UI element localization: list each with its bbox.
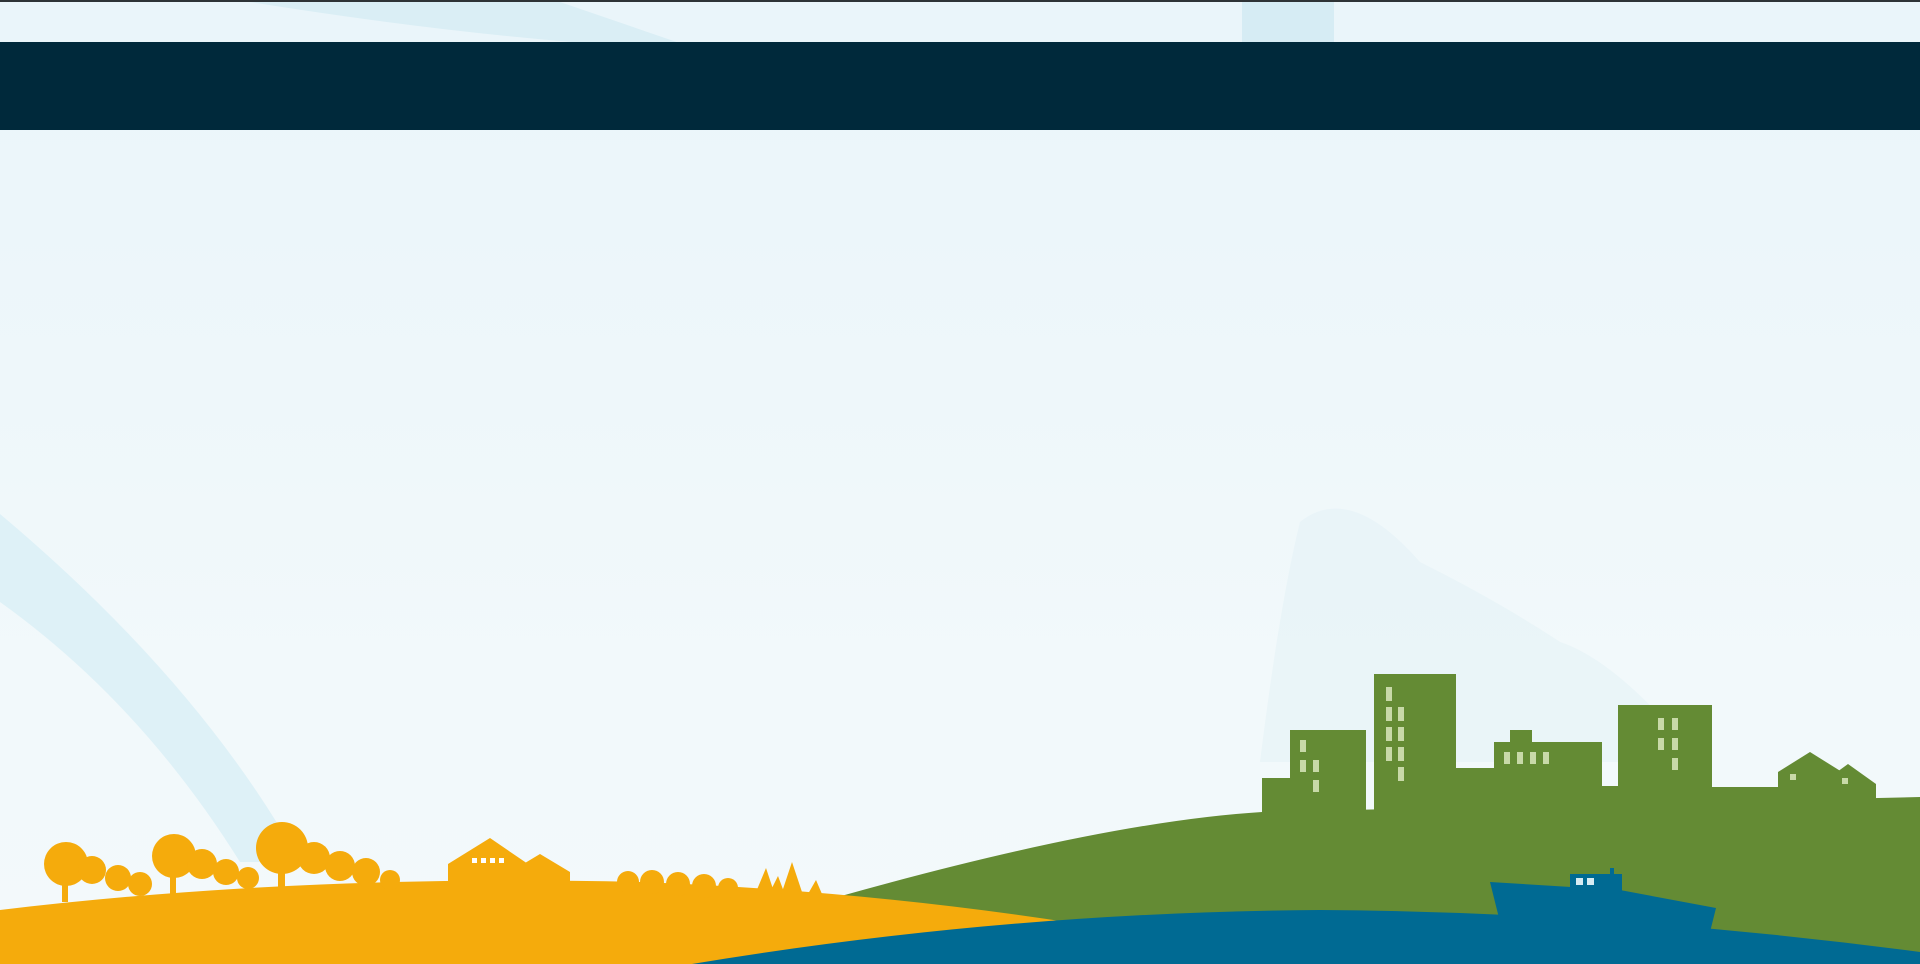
header-bar — [0, 42, 1920, 130]
decorative-pillar — [1242, 2, 1334, 46]
app-window — [0, 0, 1920, 964]
content-area — [580, 130, 1280, 525]
farmhouse-icon — [448, 838, 570, 886]
decorative-arc-left — [0, 514, 300, 862]
pine-trees-icon — [756, 862, 822, 894]
